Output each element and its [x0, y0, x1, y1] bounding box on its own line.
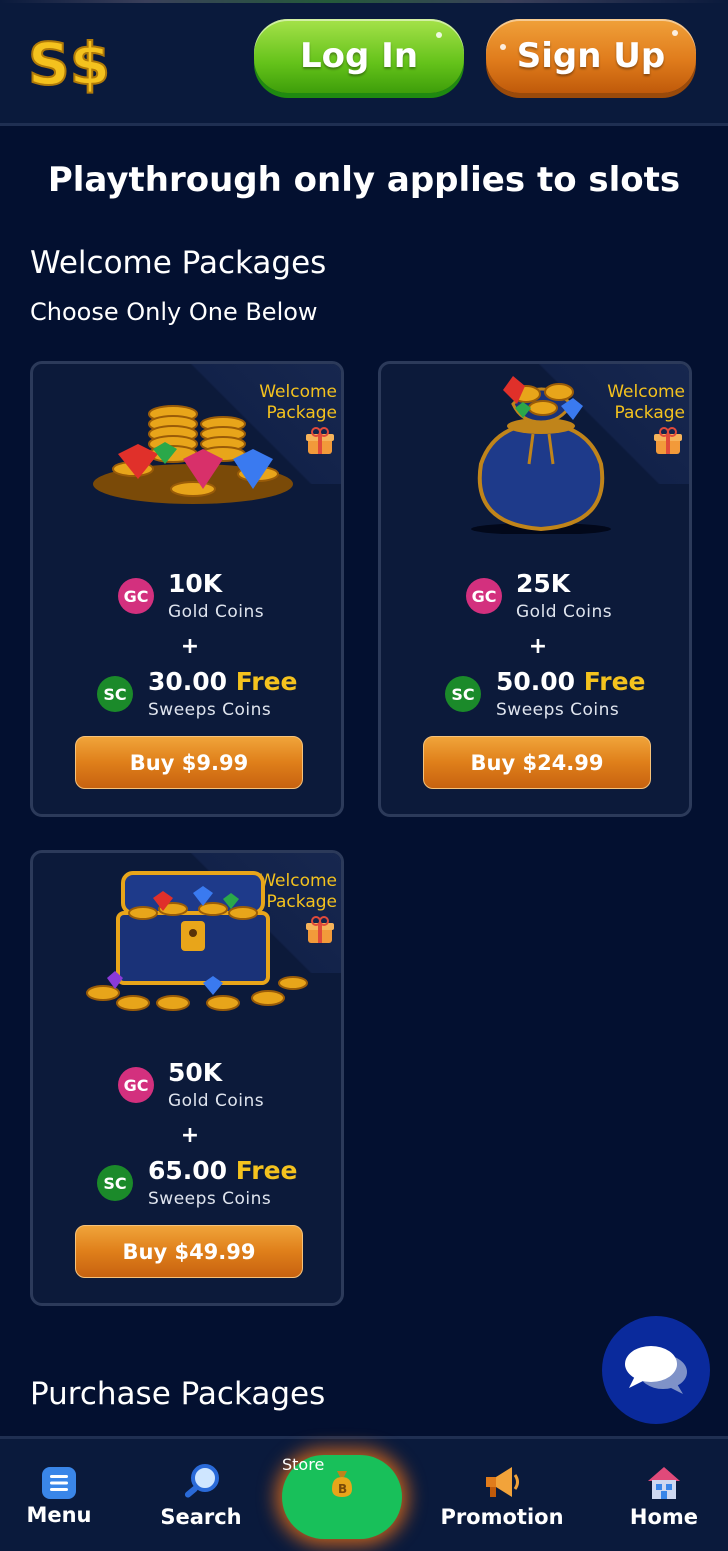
- coin-sack-art: [471, 376, 611, 534]
- purchase-packages-title: Purchase Packages: [30, 1376, 326, 1412]
- welcome-packages-subtitle: Choose Only One Below: [30, 298, 318, 326]
- header-strip: [0, 0, 728, 3]
- plus-sign: +: [528, 634, 548, 659]
- welcome-packages-title: Welcome Packages: [30, 245, 327, 281]
- plus-sign: +: [180, 634, 200, 659]
- sc-amount-value: 65.00: [148, 1156, 228, 1185]
- chat-support-button[interactable]: [602, 1316, 710, 1424]
- sweeps-coin-label: Sweeps Coins: [148, 700, 272, 720]
- gold-coin-label: Gold Coins: [168, 1091, 265, 1111]
- sparkle-icon: [500, 44, 506, 50]
- nav-store[interactable]: B Store: [282, 1455, 402, 1539]
- buy-button[interactable]: Buy $9.99: [75, 736, 303, 789]
- sparkle-icon: [672, 30, 678, 36]
- sc-amount-value: 50.00: [496, 667, 576, 696]
- sweeps-coin-label: Sweeps Coins: [496, 700, 620, 720]
- free-label: Free: [583, 667, 646, 696]
- buy-button[interactable]: Buy $24.99: [423, 736, 651, 789]
- sweeps-coin-icon: SC: [97, 1165, 133, 1201]
- sweeps-coin-label: Sweeps Coins: [148, 1189, 272, 1209]
- treasure-chest-art: [86, 871, 308, 1011]
- package-card: Welcome Package GC 10K Gold Coins + SC 3…: [30, 361, 344, 817]
- svg-text:S$: S$: [28, 30, 110, 98]
- signup-button[interactable]: Sign Up: [486, 19, 696, 93]
- money-bag-icon: B: [332, 1471, 352, 1497]
- plus-sign: +: [180, 1123, 200, 1148]
- free-label: Free: [235, 1156, 298, 1185]
- nav-search-label: Search: [160, 1505, 242, 1529]
- sweeps-coin-amount: 50.00 Free: [496, 667, 646, 696]
- gold-coin-amount: 10K: [168, 569, 223, 598]
- coins-gems-art: [93, 405, 293, 504]
- login-button[interactable]: Log In: [254, 19, 464, 93]
- sweeps-coin-amount: 30.00 Free: [148, 667, 298, 696]
- sc-amount-value: 30.00: [148, 667, 228, 696]
- gold-coin-amount: 50K: [168, 1058, 223, 1087]
- nav-home[interactable]: Home: [626, 1439, 702, 1551]
- svg-text:B: B: [338, 1482, 347, 1496]
- menu-icon: [42, 1467, 76, 1499]
- sweeps-coin-amount: 65.00 Free: [148, 1156, 298, 1185]
- home-icon: [648, 1467, 680, 1499]
- gold-coin-label: Gold Coins: [168, 602, 265, 622]
- free-label: Free: [235, 667, 298, 696]
- playthrough-notice: Playthrough only applies to slots: [47, 160, 681, 200]
- chat-icon: [625, 1346, 687, 1394]
- sweeps-coin-icon: SC: [445, 676, 481, 712]
- sweeps-coin-icon: SC: [97, 676, 133, 712]
- package-card: Welcome Package GC 25K Gold Coins + SC 5…: [378, 361, 692, 817]
- gold-coin-amount: 25K: [516, 569, 571, 598]
- search-icon: [184, 1464, 219, 1498]
- megaphone-icon: [486, 1467, 519, 1497]
- buy-button[interactable]: Buy $49.99: [75, 1225, 303, 1278]
- gold-coin-label: Gold Coins: [516, 602, 613, 622]
- top-header: S$ Log In Sign Up: [0, 0, 728, 126]
- gold-coin-icon: GC: [118, 578, 154, 614]
- sparkle-icon: [436, 32, 442, 38]
- bottom-nav: Menu Search B Store Promotion Home: [0, 1436, 728, 1551]
- nav-promotion-label: Promotion: [440, 1505, 564, 1529]
- nav-promotion[interactable]: Promotion: [440, 1439, 564, 1551]
- nav-menu-label: Menu: [26, 1503, 92, 1527]
- gold-coin-icon: GC: [118, 1067, 154, 1103]
- site-logo[interactable]: S$: [28, 26, 110, 98]
- nav-home-label: Home: [629, 1505, 699, 1529]
- nav-menu[interactable]: Menu: [20, 1439, 98, 1551]
- nav-search[interactable]: Search: [150, 1439, 252, 1551]
- gold-coin-icon: GC: [466, 578, 502, 614]
- package-card: Welcome Package GC 50K Gold Coins + SC 6…: [30, 850, 344, 1306]
